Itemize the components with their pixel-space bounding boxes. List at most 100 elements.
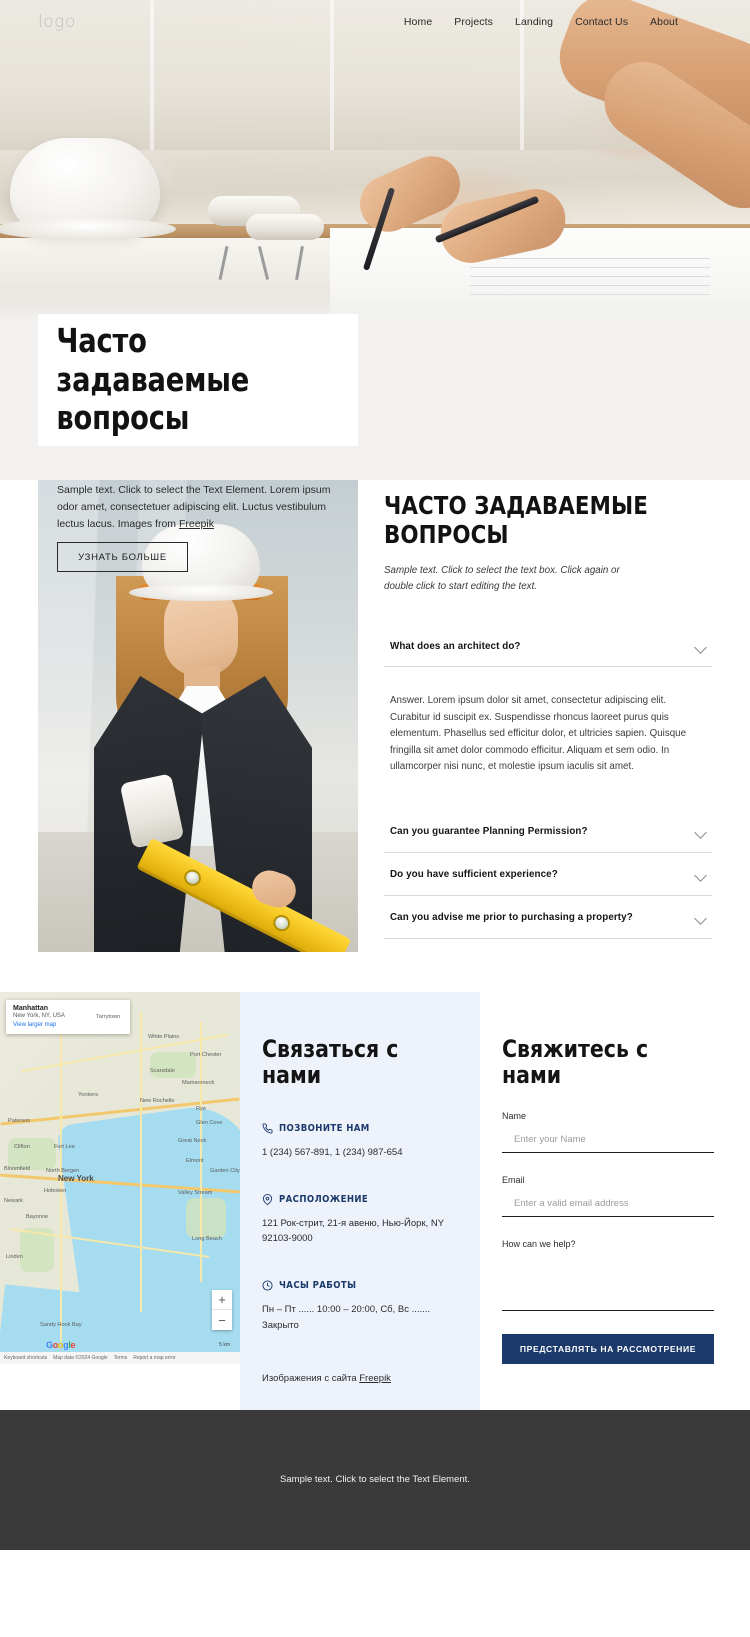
map-place-label: Mamaroneck: [182, 1080, 215, 1086]
email-input[interactable]: [502, 1195, 714, 1217]
name-input[interactable]: [502, 1131, 714, 1153]
form-field-email: Email: [502, 1175, 714, 1217]
site-header: logo Home Projects Landing Contact Us Ab…: [0, 0, 750, 44]
map-place-label: New Rochelle: [140, 1098, 175, 1104]
hero-background-photo: [0, 0, 750, 318]
map-footer-bar: Keyboard shortcuts Map data ©2024 Google…: [0, 1352, 240, 1364]
accordion-header[interactable]: Can you guarantee Planning Permission?: [384, 810, 712, 852]
accordion-question: Can you guarantee Planning Permission?: [390, 825, 588, 837]
chevron-down-icon[interactable]: [695, 911, 708, 924]
faq-content-column: ЧАСТО ЗАДАВАЕМЫЕ ВОПРОСЫ Sample text. Cl…: [384, 480, 712, 952]
contact-info-panel: Связаться с нами ПОЗВОНИТЕ НАМ 1 (234) 5…: [240, 992, 480, 1410]
accordion-item: What does an architect do?: [384, 626, 712, 668]
compass-tool: [218, 245, 312, 281]
map-place-label: Bloomfield: [4, 1166, 31, 1172]
hero-freepik-link[interactable]: Freepik: [179, 518, 214, 530]
map-report-error-link[interactable]: Report a map error: [133, 1355, 175, 1361]
accordion-item: Can you guarantee Planning Permission?: [384, 810, 712, 853]
map-place-label: Fort Lee: [54, 1144, 75, 1150]
email-label: Email: [502, 1174, 525, 1185]
map-city-label: New York: [58, 1174, 94, 1183]
map-data-attribution: Map data ©2024 Google: [53, 1355, 108, 1361]
accordion-header[interactable]: Do you have sufficient experience?: [384, 853, 712, 895]
chevron-down-icon[interactable]: [695, 640, 708, 653]
contact-address-value: 121 Рок-стрит, 21-я авеню, Нью-Йорк, NY …: [262, 1217, 444, 1245]
accordion-question: What does an architect do?: [390, 641, 521, 653]
contact-title: Связаться с нами: [262, 1035, 399, 1090]
nav-item-contact-us[interactable]: Contact Us: [575, 16, 628, 28]
contact-block-hours: ЧАСЫ РАБОТЫ Пн – Пт ...... 10:00 – 20:00…: [262, 1280, 456, 1332]
map-place-label: Port Chester: [190, 1052, 222, 1058]
map-place-label: Hoboken: [44, 1188, 67, 1194]
submit-button[interactable]: ПРЕДСТАВЛЯТЬ НА РАССМОТРЕНИЕ: [502, 1333, 714, 1364]
map-place-label: North Bergen: [46, 1168, 80, 1174]
contact-hours-value: Пн – Пт ...... 10:00 – 20:00, Сб, Вс ...…: [262, 1304, 431, 1331]
map-keyboard-shortcuts[interactable]: Keyboard shortcuts: [4, 1355, 47, 1361]
contact-block-location: РАСПОЛОЖЕНИЕ 121 Рок-стрит, 21-я авеню, …: [262, 1194, 456, 1246]
message-label: How can we help?: [502, 1238, 576, 1249]
map-place-label: Elmont: [186, 1158, 204, 1164]
faq-accordion: What does an architect do? Answer. Lorem…: [384, 626, 712, 939]
map-place-label: Linden: [6, 1254, 23, 1260]
form-title: Свяжитесь с нами: [502, 1035, 649, 1090]
clock-icon: [262, 1280, 273, 1291]
accordion-item: Can you advise me prior to purchasing a …: [384, 896, 712, 939]
hero-title: Часто задаваемые вопросы: [56, 320, 250, 438]
map-place-label: Great Neck: [178, 1138, 207, 1144]
image-credit: Изображения с сайта Freepik: [262, 1373, 456, 1410]
form-field-name: Name: [502, 1111, 714, 1153]
map-zoom-in-button[interactable]: +: [212, 1290, 232, 1310]
accordion-question: Can you advise me prior to purchasing a …: [390, 911, 633, 923]
learn-more-button[interactable]: УЗНАТЬ БОЛЬШЕ: [57, 542, 188, 572]
map-place-label: Sandy Hook Bay: [40, 1322, 82, 1328]
map-road: [140, 1012, 142, 1312]
map-place-label: Garden City: [210, 1168, 240, 1174]
faq-subtitle: Sample text. Click to select the text bo…: [384, 565, 620, 592]
nav-item-home[interactable]: Home: [404, 16, 432, 28]
accordion-question: Do you have sufficient experience?: [390, 868, 558, 880]
map-place-label: White Plains: [148, 1034, 180, 1040]
map-place-label: Clifton: [14, 1144, 30, 1150]
contact-heading-text: ПОЗВОНИТЕ НАМ: [279, 1122, 370, 1134]
site-footer: Sample text. Click to select the Text El…: [0, 1409, 750, 1550]
accordion-header[interactable]: Can you advise me prior to purchasing a …: [384, 896, 712, 938]
map-place-label: Valley Stream: [178, 1190, 213, 1196]
map-place-label: Long Beach: [192, 1236, 222, 1242]
site-logo[interactable]: logo: [38, 12, 76, 32]
contact-block-heading: РАСПОЛОЖЕНИЕ: [262, 1194, 456, 1205]
google-logo: Google: [46, 1340, 76, 1350]
contact-phone-value: 1 (234) 567-891, 1 (234) 987-654: [262, 1146, 403, 1158]
map-terms-link[interactable]: Terms: [114, 1355, 128, 1361]
credit-freepik-link[interactable]: Freepik: [359, 1373, 391, 1384]
location-icon: [262, 1193, 273, 1205]
contact-heading-text: ЧАСЫ РАБОТЫ: [279, 1280, 357, 1292]
footer-text: Sample text. Click to select the Text El…: [280, 1474, 470, 1486]
accordion-header[interactable]: What does an architect do?: [384, 626, 712, 666]
hero-section: Часто задаваемые вопросы Sample text. Cl…: [0, 0, 750, 572]
main-navigation: Home Projects Landing Contact Us About: [404, 16, 678, 28]
image-credit-text: Изображения с сайта: [262, 1372, 360, 1384]
message-textarea[interactable]: [502, 1256, 714, 1311]
chevron-down-icon[interactable]: [695, 825, 708, 838]
contact-block-phone: ПОЗВОНИТЕ НАМ 1 (234) 567-891, 1 (234) 9…: [262, 1123, 456, 1160]
map-zoom-out-button[interactable]: −: [212, 1310, 232, 1330]
map-road: [200, 1022, 202, 1282]
map-park: [186, 1198, 226, 1238]
map-place-label: Scarsdale: [150, 1068, 175, 1074]
nav-item-landing[interactable]: Landing: [515, 16, 553, 28]
paper-roll: [246, 214, 324, 240]
contact-form-panel: Свяжитесь с нами Name Email How can we h…: [480, 992, 750, 1410]
map-card-title: Manhattan: [13, 1005, 48, 1012]
google-map[interactable]: New York Manhattan New York, NY, USA Vie…: [0, 992, 240, 1364]
faq-heading: ЧАСТО ЗАДАВАЕМЫЕ ВОПРОСЫ: [384, 491, 648, 549]
map-view-larger-link[interactable]: View larger map: [13, 1022, 123, 1028]
accordion-item: Do you have sufficient experience?: [384, 853, 712, 896]
phone-icon: [262, 1123, 273, 1134]
chevron-down-icon[interactable]: [695, 868, 708, 881]
map-zoom-controls[interactable]: + −: [212, 1290, 232, 1330]
nav-item-projects[interactable]: Projects: [454, 16, 493, 28]
map-place-label: Yonkers: [78, 1092, 99, 1098]
map-place-label: Tarrytown: [96, 1014, 121, 1020]
name-label: Name: [502, 1110, 527, 1121]
nav-item-about[interactable]: About: [650, 16, 678, 28]
